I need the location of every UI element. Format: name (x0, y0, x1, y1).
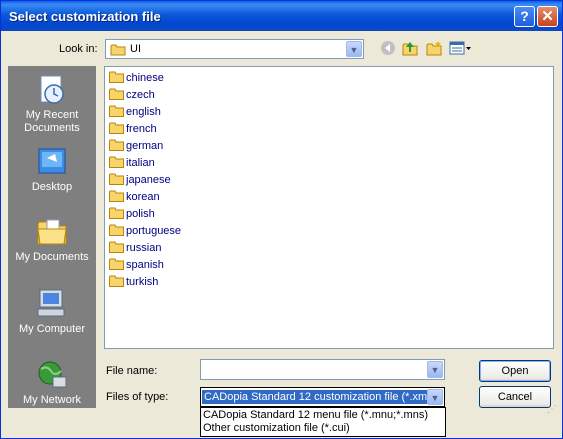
list-item[interactable]: italian (109, 155, 155, 172)
look-in-label: Look in: (59, 43, 98, 55)
place-label: My Network (22, 394, 82, 406)
new-folder-icon[interactable] (425, 40, 443, 58)
my-documents-icon (37, 219, 67, 245)
place-label: Desktop (31, 181, 73, 193)
list-item[interactable]: czech (109, 87, 155, 104)
window-title: Select customization file (9, 9, 161, 24)
place-label: My Recent Documents (24, 109, 80, 134)
list-item[interactable]: korean (109, 189, 160, 206)
folder-icon (109, 156, 124, 168)
list-item[interactable]: chinese (109, 70, 164, 87)
my-network-icon (38, 361, 67, 388)
dropdown-option[interactable]: Other customization file (*.cui) (203, 422, 350, 435)
list-item[interactable]: french (109, 121, 157, 138)
my-computer-icon (37, 289, 65, 317)
resize-grip-icon[interactable]: ⋰ (547, 404, 557, 415)
help-button[interactable]: ? (514, 6, 535, 27)
folder-icon (109, 241, 124, 253)
back-icon[interactable] (379, 40, 397, 58)
place-label: My Computer (18, 323, 86, 335)
file-type-dropdown: CADopia Standard 12 menu file (*.mnu;*.m… (200, 407, 446, 437)
cancel-button[interactable]: Cancel (479, 386, 551, 408)
files-of-type-label: Files of type: (106, 391, 169, 403)
folder-icon (109, 275, 124, 287)
place-my-computer[interactable]: My Computer (8, 288, 96, 336)
list-item[interactable]: polish (109, 206, 155, 223)
list-item[interactable]: turkish (109, 274, 158, 291)
folder-icon (110, 44, 126, 56)
list-item[interactable]: portuguese (109, 223, 181, 240)
dropdown-option[interactable]: CADopia Standard 12 menu file (*.mnu;*.m… (203, 409, 428, 422)
list-item[interactable]: german (109, 138, 163, 155)
look-in-combo[interactable]: UI ▼ (105, 39, 364, 59)
list-item[interactable]: russian (109, 240, 161, 257)
view-menu-icon[interactable] (449, 40, 473, 58)
folder-icon (109, 207, 124, 219)
file-name-label: File name: (106, 365, 158, 377)
dialog-window: Select customization file ? ✕ Look in: U… (0, 0, 563, 439)
files-of-type-select[interactable]: CADopia Standard 12 customization file (… (200, 387, 445, 407)
look-in-value: UI (130, 43, 141, 55)
recent-documents-icon (40, 75, 64, 104)
folder-icon (109, 139, 124, 151)
close-button[interactable]: ✕ (537, 6, 558, 27)
up-folder-icon[interactable] (401, 40, 419, 58)
files-of-type-value: CADopia Standard 12 customization file (… (202, 390, 436, 404)
folder-icon (109, 71, 124, 83)
folder-icon (109, 190, 124, 202)
file-name-field[interactable]: ▼ (200, 359, 445, 380)
title-bar[interactable]: Select customization file ? ✕ (1, 1, 562, 31)
place-my-documents[interactable]: My Documents (8, 216, 96, 264)
place-label: My Documents (15, 251, 89, 263)
place-my-network[interactable]: My Network (8, 359, 96, 407)
place-recent-documents[interactable]: My Recent Documents (8, 74, 96, 135)
folder-icon (109, 88, 124, 100)
places-bar: My Recent Documents Desktop My Documents (8, 66, 96, 408)
list-item[interactable]: english (109, 104, 161, 121)
folder-icon (109, 105, 124, 117)
place-desktop[interactable]: Desktop (8, 146, 96, 194)
folder-icon (109, 122, 124, 134)
list-item[interactable]: japanese (109, 172, 171, 189)
folder-icon (109, 224, 124, 236)
chevron-down-icon[interactable]: ▼ (427, 361, 443, 378)
list-item[interactable]: spanish (109, 257, 164, 274)
chevron-down-icon[interactable]: ▼ (427, 389, 443, 405)
chevron-down-icon[interactable]: ▼ (346, 41, 362, 57)
folder-icon (109, 258, 124, 270)
folder-icon (109, 173, 124, 185)
desktop-icon (38, 148, 66, 174)
open-button[interactable]: Open (479, 360, 551, 382)
file-list[interactable]: chinese czech english french german ital… (104, 66, 554, 349)
